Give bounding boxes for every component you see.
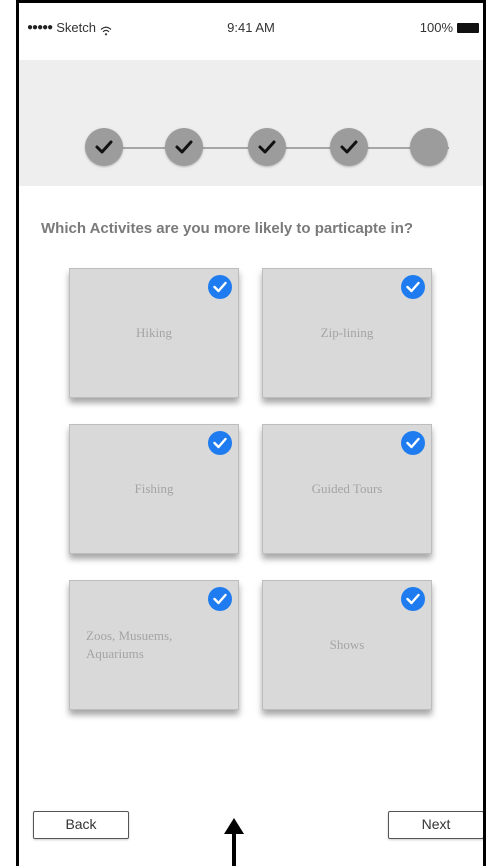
next-button[interactable]: Next: [388, 811, 483, 839]
progress-step: [165, 128, 203, 166]
activity-tile[interactable]: Zip-lining: [262, 268, 432, 398]
back-button[interactable]: Back: [33, 811, 129, 839]
progress-stepper: [19, 60, 483, 186]
checkmark-icon: [258, 140, 276, 154]
checkmark-icon: [95, 140, 113, 154]
checkmark-icon: [175, 140, 193, 154]
progress-step: [410, 128, 448, 166]
selected-check-icon[interactable]: [401, 587, 425, 611]
progress-step: [330, 128, 368, 166]
selected-check-icon[interactable]: [401, 431, 425, 455]
checkmark-icon: [340, 140, 358, 154]
battery-icon: [457, 22, 479, 33]
status-right: 100%: [420, 20, 479, 35]
question-heading: Which Activites are you more likely to p…: [41, 220, 414, 237]
selected-check-icon[interactable]: [208, 431, 232, 455]
status-time: 9:41 AM: [227, 20, 275, 35]
selected-check-icon[interactable]: [401, 275, 425, 299]
selected-check-icon[interactable]: [208, 275, 232, 299]
phone-frame: ●●●●● Sketch 9:41 AM 100% Which Activite…: [16, 0, 486, 866]
activity-tile[interactable]: Shows: [262, 580, 432, 710]
status-bar: ●●●●● Sketch 9:41 AM 100%: [19, 3, 483, 59]
activity-tile[interactable]: Zoos, Musuems, Aquariums: [69, 580, 239, 710]
progress-step: [248, 128, 286, 166]
progress-step: [85, 128, 123, 166]
battery-percent: 100%: [419, 20, 453, 35]
selected-check-icon[interactable]: [208, 587, 232, 611]
activity-tile[interactable]: Fishing: [69, 424, 239, 554]
arrow-up-icon: [222, 818, 246, 866]
activity-tile[interactable]: Hiking: [69, 268, 239, 398]
activity-tile[interactable]: Guided Tours: [262, 424, 432, 554]
